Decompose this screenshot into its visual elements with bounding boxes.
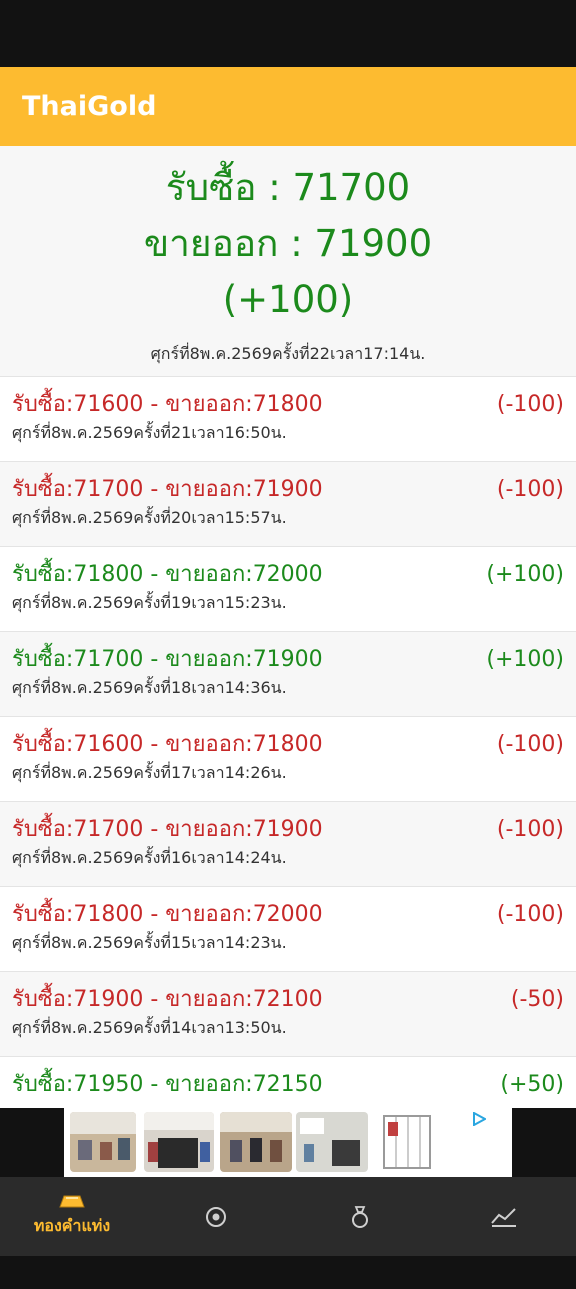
row-change: (-100)	[496, 732, 564, 757]
row-price: รับซื้อ:71900 - ขายออก:72100	[12, 987, 323, 1012]
history-row[interactable]: รับซื้อ:71600 - ขายออก:71800 (-100) ศุกร…	[0, 717, 576, 802]
row-date: ศุกร์ที่8พ.ค.2569ครั้งที่14เวลา13:50น.	[12, 1018, 287, 1037]
ad-thumbnail[interactable]	[220, 1112, 292, 1172]
nav-gold-bar-label: ทองคำแท่ง	[33, 1216, 111, 1235]
trend-chart-icon	[491, 1207, 516, 1227]
history-row[interactable]: รับซื้อ:71800 - ขายออก:72000 (+100) ศุกร…	[0, 547, 576, 632]
row-price: รับซื้อ:71950 - ขายออก:72150	[12, 1072, 323, 1097]
history-row[interactable]: รับซื้อ:71600 - ขายออก:71800 (-100) ศุกร…	[0, 377, 576, 462]
update-time: ศุกร์ที่8พ.ค.2569ครั้งที่22เวลา17:14น.	[150, 344, 426, 363]
system-nav-area	[0, 1256, 576, 1289]
ad-thumbnail[interactable]	[296, 1112, 368, 1172]
row-price: รับซื้อ:71600 - ขายออก:71800	[12, 732, 323, 757]
row-date: ศุกร์ที่8พ.ค.2569ครั้งที่20เวลา15:57น.	[12, 508, 287, 527]
ad-content[interactable]	[64, 1108, 512, 1177]
ad-thumbnail[interactable]	[144, 1112, 214, 1172]
row-change: (-100)	[496, 902, 564, 927]
price-change: (+100)	[222, 278, 354, 321]
current-price-summary: รับซื้อ : 71700 ขายออก : 71900 (+100) ศุ…	[0, 146, 576, 377]
history-row[interactable]: รับซื้อ:71700 - ขายออก:71900 (+100) ศุกร…	[0, 632, 576, 717]
nav-ornament-gold[interactable]	[144, 1177, 288, 1256]
row-date: ศุกร์ที่8พ.ค.2569ครั้งที่15เวลา14:23น.	[12, 933, 287, 952]
circle-dot-icon	[206, 1206, 226, 1227]
app-bar: ThaiGold	[0, 67, 576, 146]
app-title: ThaiGold	[22, 91, 157, 122]
row-price: รับซื้อ:71800 - ขายออก:72000	[12, 562, 323, 587]
row-price: รับซื้อ:71700 - ขายออก:71900	[12, 817, 323, 842]
row-date: ศุกร์ที่8พ.ค.2569ครั้งที่19เวลา15:23น.	[12, 593, 287, 612]
row-change: (-50)	[510, 987, 564, 1012]
nav-chart[interactable]	[432, 1177, 576, 1256]
ad-thumbnail[interactable]	[376, 1112, 440, 1172]
history-row[interactable]: รับซื้อ:71800 - ขายออก:72000 (-100) ศุกร…	[0, 887, 576, 972]
row-price: รับซื้อ:71800 - ขายออก:72000	[12, 902, 323, 927]
ad-thumbnail[interactable]	[70, 1112, 136, 1172]
row-date: ศุกร์ที่8พ.ค.2569ครั้งที่21เวลา16:50น.	[12, 423, 287, 442]
row-change: (-100)	[496, 817, 564, 842]
row-change: (+50)	[500, 1072, 564, 1097]
ad-choices-icon[interactable]	[472, 1111, 488, 1130]
status-bar	[0, 0, 576, 67]
bottom-navigation: ทองคำแท่ง	[0, 1177, 576, 1256]
price-history-list: รับซื้อ:71600 - ขายออก:71800 (-100) ศุกร…	[0, 377, 576, 1108]
row-change: (+100)	[486, 647, 564, 672]
row-date: ศุกร์ที่8พ.ค.2569ครั้งที่16เวลา14:24น.	[12, 848, 287, 867]
row-date: ศุกร์ที่8พ.ค.2569ครั้งที่18เวลา14:36น.	[12, 678, 287, 697]
nav-gold-bar[interactable]: ทองคำแท่ง	[0, 1177, 144, 1256]
gold-bar-icon	[59, 1195, 85, 1208]
row-date: ศุกร์ที่8พ.ค.2569ครั้งที่17เวลา14:26น.	[12, 763, 287, 782]
history-row[interactable]: รับซื้อ:71900 - ขายออก:72100 (-50) ศุกร์…	[0, 972, 576, 1057]
sell-price: ขายออก : 71900	[143, 222, 433, 265]
row-change: (+100)	[486, 562, 564, 587]
nav-jewelry[interactable]	[288, 1177, 432, 1256]
history-row[interactable]: รับซื้อ:71700 - ขายออก:71900 (-100) ศุกร…	[0, 462, 576, 547]
row-price: รับซื้อ:71600 - ขายออก:71800	[12, 392, 323, 417]
row-price: รับซื้อ:71700 - ขายออก:71900	[12, 477, 323, 502]
row-price: รับซื้อ:71700 - ขายออก:71900	[12, 647, 323, 672]
history-row[interactable]: รับซื้อ:71950 - ขายออก:72150 (+50)	[0, 1057, 576, 1108]
row-change: (-100)	[496, 477, 564, 502]
history-row[interactable]: รับซื้อ:71700 - ขายออก:71900 (-100) ศุกร…	[0, 802, 576, 887]
buy-price: รับซื้อ : 71700	[165, 166, 411, 209]
row-change: (-100)	[496, 392, 564, 417]
ring-icon	[352, 1205, 368, 1228]
main-content[interactable]: รับซื้อ : 71700 ขายออก : 71900 (+100) ศุ…	[0, 146, 576, 1108]
ad-banner[interactable]	[0, 1108, 576, 1177]
